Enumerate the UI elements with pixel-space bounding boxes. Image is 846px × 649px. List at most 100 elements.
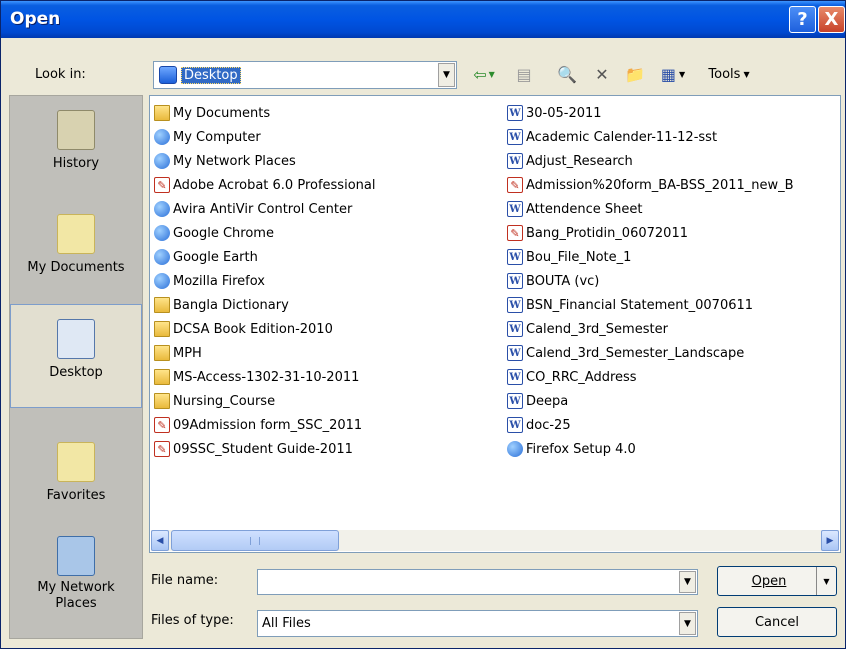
back-arrow-icon: ⇦	[473, 64, 487, 84]
file-item[interactable]: My Network Places	[154, 150, 296, 172]
open-button[interactable]: Open ▼	[717, 566, 837, 596]
folder-icon	[154, 393, 170, 409]
new-folder-icon: 📁	[625, 64, 645, 84]
file-item[interactable]: Mozilla Firefox	[154, 270, 265, 292]
file-item[interactable]: W BOUTA (vc)	[507, 270, 599, 292]
file-item[interactable]: ✎ Bang_Protidin_06072011	[507, 222, 688, 244]
place-my-documents[interactable]: My Documents	[10, 200, 142, 304]
file-item[interactable]: Wdoc-25	[507, 414, 571, 436]
application-icon	[507, 441, 523, 457]
horizontal-scrollbar[interactable]: ◀ ▶	[151, 530, 839, 551]
cancel-button[interactable]: Cancel	[717, 607, 837, 637]
file-name-input[interactable]: ▼	[257, 569, 698, 595]
file-item[interactable]: My Computer	[154, 126, 261, 148]
file-item-name: DCSA Book Edition-2010	[173, 321, 333, 337]
file-item[interactable]: Bangla Dictionary	[154, 294, 289, 316]
delete-button[interactable]: ✕	[590, 62, 614, 86]
file-list[interactable]: My Documents My Computer My Network Places…	[149, 95, 841, 553]
desktop-icon	[159, 66, 177, 84]
file-item[interactable]: W Calend_3rd_Semester	[507, 318, 668, 340]
application-icon	[154, 153, 170, 169]
application-icon	[154, 249, 170, 265]
look-in-dropdown[interactable]: Desktop ▼	[153, 61, 457, 89]
file-item[interactable]: W Academic Calender-11-12-sst	[507, 126, 717, 148]
file-item[interactable]: Avira AntiVir Control Center	[154, 198, 352, 220]
file-item[interactable]: W Deepa	[507, 390, 568, 412]
file-item-name: Admission%20form_BA-BSS_2011_new_B	[526, 177, 794, 193]
file-item[interactable]: W CO_RRC_Address	[507, 366, 637, 388]
place-favorites[interactable]: Favorites	[10, 428, 142, 532]
file-item[interactable]: ✎ Adobe Acrobat 6.0 Professional	[154, 174, 375, 196]
file-item[interactable]: ✎ Admission%20form_BA-BSS_2011_new_B	[507, 174, 794, 196]
file-item[interactable]: ✎ 09Admission form_SSC_2011	[154, 414, 362, 436]
file-item[interactable]: MPH	[154, 342, 202, 364]
file-item[interactable]: Firefox Setup 4.0	[507, 438, 636, 460]
pdf-document-icon: ✎	[154, 441, 170, 457]
favorites-icon	[57, 442, 95, 482]
file-item[interactable]: W BSN_Financial Statement_0070611	[507, 294, 753, 316]
file-item[interactable]: Google Chrome	[154, 222, 274, 244]
place-desktop[interactable]: Desktop	[10, 304, 142, 408]
chevron-down-icon[interactable]: ▼	[438, 63, 455, 87]
file-item-name: Bangla Dictionary	[173, 297, 289, 313]
place-label: My Documents	[27, 260, 125, 275]
scroll-right-button[interactable]: ▶	[821, 530, 839, 551]
views-icon: ▦	[660, 64, 676, 84]
place-history[interactable]: History	[10, 96, 142, 200]
file-item-name: MS-Access-1302-31-10-2011	[173, 369, 360, 385]
new-folder-button[interactable]: 📁	[623, 62, 647, 86]
delete-icon: ✕	[595, 64, 609, 84]
folder-icon	[154, 297, 170, 313]
pdf-document-icon: ✎	[154, 417, 170, 433]
file-item[interactable]: Nursing_Course	[154, 390, 275, 412]
file-item-name: Mozilla Firefox	[173, 273, 265, 289]
file-item[interactable]: MS-Access-1302-31-10-2011	[154, 366, 359, 388]
up-folder-button[interactable]: ▤	[512, 62, 536, 86]
pdf-document-icon: ✎	[507, 177, 523, 193]
file-item[interactable]: W Calend_3rd_Semester_Landscape	[507, 342, 744, 364]
word-document-icon: W	[507, 249, 523, 265]
file-item[interactable]: DCSA Book Edition-2010	[154, 318, 333, 340]
file-item-name: Calend_3rd_Semester_Landscape	[526, 345, 745, 361]
close-button[interactable]: X	[818, 6, 845, 33]
place-label: History	[52, 156, 100, 171]
file-item-name: BOUTA (vc)	[526, 273, 600, 289]
views-button[interactable]: ▦ ▼	[656, 62, 690, 86]
place-label: Desktop	[49, 365, 103, 380]
file-item[interactable]: W Adjust_Research	[507, 150, 633, 172]
file-item-name: 30-05-2011	[526, 105, 602, 121]
my-documents-icon	[57, 214, 95, 254]
word-document-icon: W	[507, 129, 523, 145]
chevron-down-icon[interactable]: ▼	[679, 571, 696, 593]
chevron-down-icon[interactable]: ▼	[679, 612, 696, 635]
title-bar[interactable]: Open ? X	[1, 1, 845, 38]
pdf-document-icon: ✎	[154, 177, 170, 193]
file-item-name: Firefox Setup 4.0	[526, 441, 636, 457]
file-item[interactable]: W Attendence Sheet	[507, 198, 642, 220]
file-item[interactable]: W 30-05-2011	[507, 102, 602, 124]
file-item[interactable]: W Bou_File_Note_1	[507, 246, 631, 268]
open-options-arrow[interactable]: ▼	[816, 567, 836, 595]
look-in-label: Look in:	[35, 67, 86, 82]
file-item[interactable]: ✎ 09SSC_Student Guide-2011	[154, 438, 353, 460]
place-my-network-places[interactable]: My Network Places	[10, 526, 142, 630]
word-document-icon: W	[507, 297, 523, 313]
place-label: My Network Places	[37, 580, 115, 611]
back-button[interactable]: ⇦ ▼	[469, 62, 499, 86]
file-type-dropdown[interactable]: All Files ▼	[257, 610, 698, 637]
file-item[interactable]: Google Earth	[154, 246, 258, 268]
search-web-button[interactable]: 🔍	[555, 62, 579, 86]
word-document-icon: W	[507, 201, 523, 217]
scrollbar-thumb[interactable]	[171, 530, 339, 551]
file-item[interactable]: My Documents	[154, 102, 270, 124]
file-item-name: BSN_Financial Statement_0070611	[526, 297, 754, 313]
help-button[interactable]: ?	[789, 6, 816, 33]
look-in-value: Desktop	[181, 66, 241, 84]
file-item-name: Attendence Sheet	[526, 201, 643, 217]
file-item-name: Academic Calender-11-12-sst	[526, 129, 718, 145]
file-item-name: Deepa	[526, 393, 569, 409]
tools-menu[interactable]: Tools ▼	[699, 62, 759, 86]
scroll-left-button[interactable]: ◀	[151, 530, 169, 551]
folder-icon	[154, 345, 170, 361]
word-document-icon: W	[507, 417, 523, 433]
